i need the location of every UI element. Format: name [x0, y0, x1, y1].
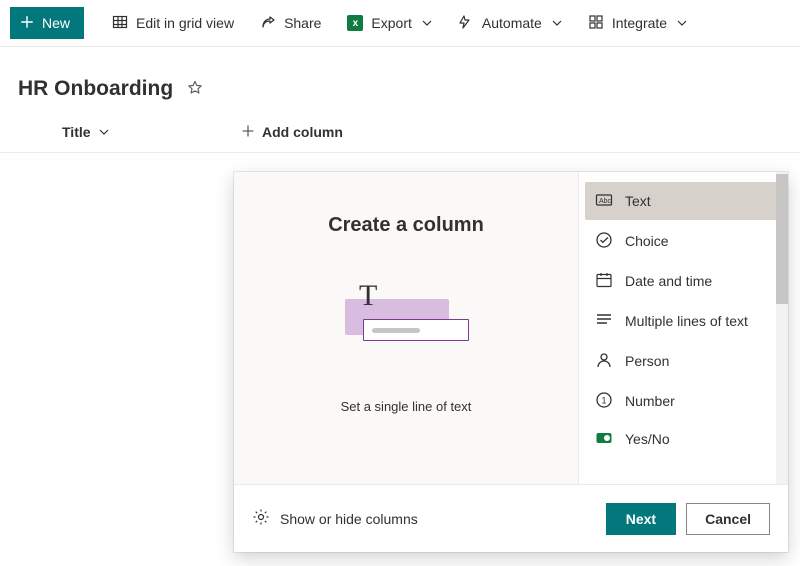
- favorite-star-icon[interactable]: [187, 80, 203, 99]
- new-button-label: New: [42, 15, 70, 31]
- grid-icon: [112, 14, 128, 33]
- add-column-button[interactable]: Add column: [242, 124, 343, 140]
- number-icon: 1: [595, 391, 613, 412]
- calendar-icon: [595, 271, 613, 292]
- chevron-down-icon: [99, 124, 109, 140]
- type-person[interactable]: Person: [585, 342, 782, 380]
- type-label: Yes/No: [625, 431, 670, 447]
- type-list-scrollbar[interactable]: [776, 172, 788, 484]
- automate-button[interactable]: Automate: [448, 7, 572, 39]
- share-icon: [260, 14, 276, 33]
- type-choice[interactable]: Choice: [585, 222, 782, 260]
- panel-description: Set a single line of text: [341, 399, 472, 414]
- integrate-icon: [588, 14, 604, 33]
- show-hide-columns-button[interactable]: Show or hide columns: [252, 508, 418, 529]
- automate-icon: [458, 14, 474, 33]
- show-hide-label: Show or hide columns: [280, 511, 418, 527]
- create-column-panel: Create a column T Set a single line of t…: [234, 172, 788, 552]
- multiline-icon: [595, 311, 613, 332]
- edit-grid-button[interactable]: Edit in grid view: [102, 7, 244, 39]
- export-button[interactable]: x Export: [337, 7, 441, 39]
- automate-label: Automate: [482, 15, 542, 31]
- yesno-icon: [595, 429, 613, 450]
- panel-preview: Create a column T Set a single line of t…: [234, 172, 578, 484]
- command-bar: New Edit in grid view Share x Export Aut…: [0, 0, 800, 47]
- list-title: HR Onboarding: [18, 77, 173, 101]
- new-button[interactable]: New: [10, 7, 84, 39]
- integrate-label: Integrate: [612, 15, 667, 31]
- cancel-button[interactable]: Cancel: [686, 503, 770, 535]
- svg-text:Abc: Abc: [599, 198, 612, 205]
- choice-icon: [595, 231, 613, 252]
- type-label: Text: [625, 193, 651, 209]
- next-button[interactable]: Next: [606, 503, 676, 535]
- type-label: Date and time: [625, 273, 712, 289]
- type-label: Number: [625, 393, 675, 409]
- column-title-label: Title: [62, 124, 91, 140]
- add-column-label: Add column: [262, 124, 343, 140]
- chevron-down-icon: [677, 15, 687, 31]
- svg-text:1: 1: [601, 395, 606, 405]
- scroll-thumb[interactable]: [776, 174, 788, 304]
- gear-icon: [252, 508, 270, 529]
- panel-title: Create a column: [328, 214, 484, 237]
- panel-footer: Show or hide columns Next Cancel: [234, 484, 788, 552]
- type-multiline[interactable]: Multiple lines of text: [585, 302, 782, 340]
- type-label: Multiple lines of text: [625, 313, 748, 329]
- excel-icon: x: [347, 15, 363, 31]
- integrate-button[interactable]: Integrate: [578, 7, 697, 39]
- plus-icon: [242, 124, 254, 140]
- edit-grid-label: Edit in grid view: [136, 15, 234, 31]
- list-header: HR Onboarding: [0, 47, 800, 111]
- share-label: Share: [284, 15, 321, 31]
- column-header-title[interactable]: Title: [62, 124, 242, 140]
- column-illustration: T: [331, 277, 481, 357]
- export-label: Export: [371, 15, 411, 31]
- type-label: Choice: [625, 233, 669, 249]
- chevron-down-icon: [422, 15, 432, 31]
- column-headers: Title Add column: [0, 111, 800, 153]
- column-type-list: Abc Text Choice Date and time: [578, 172, 788, 484]
- person-icon: [595, 351, 613, 372]
- share-button[interactable]: Share: [250, 7, 331, 39]
- plus-icon: [20, 15, 34, 32]
- type-label: Person: [625, 353, 669, 369]
- type-text[interactable]: Abc Text: [585, 182, 782, 220]
- text-icon: Abc: [595, 191, 613, 212]
- chevron-down-icon: [552, 15, 562, 31]
- type-yesno[interactable]: Yes/No: [585, 422, 782, 456]
- type-date[interactable]: Date and time: [585, 262, 782, 300]
- panel-body: Create a column T Set a single line of t…: [234, 172, 788, 484]
- type-number[interactable]: 1 Number: [585, 382, 782, 420]
